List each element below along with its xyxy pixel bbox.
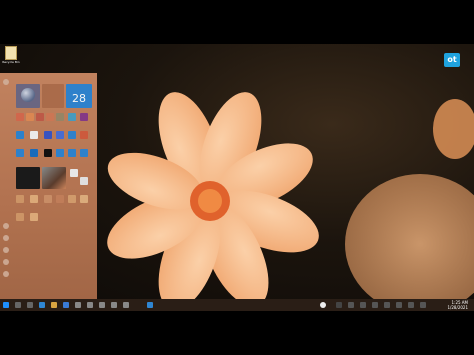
file-explorer-icon[interactable]: [51, 302, 57, 308]
power-icon[interactable]: [3, 271, 9, 277]
app-tile[interactable]: [30, 149, 38, 157]
cortana-icon[interactable]: [320, 302, 326, 308]
network-icon[interactable]: [408, 302, 414, 308]
globe-icon: [21, 88, 35, 102]
user-icon[interactable]: [3, 223, 9, 229]
settings-icon[interactable]: [3, 259, 9, 265]
tray-icon[interactable]: [336, 302, 342, 308]
recycle-bin-desktop-icon[interactable]: Recycle Bin: [2, 46, 20, 64]
start-menu-rail: [0, 73, 12, 299]
app-tile[interactable]: [36, 113, 44, 121]
calendar-day-number: 28: [72, 92, 86, 105]
steam-tile[interactable]: [80, 177, 88, 185]
app-icon[interactable]: [123, 302, 129, 308]
hamburger-icon[interactable]: [3, 79, 9, 85]
search-icon[interactable]: [15, 302, 21, 308]
video-frame: Recycle Bin ot 28 1:25 AM 1/28/2021: [0, 0, 474, 355]
app-icon[interactable]: [99, 302, 105, 308]
app-tile[interactable]: [80, 195, 88, 203]
clock-date: 1/28/2021: [447, 305, 468, 310]
app-tile[interactable]: [56, 149, 64, 157]
app-tile[interactable]: [44, 195, 52, 203]
edge-icon[interactable]: [39, 302, 45, 308]
app-tile[interactable]: [16, 131, 24, 139]
weather-tile[interactable]: [16, 84, 40, 108]
tray-icon[interactable]: [372, 302, 378, 308]
app-tile[interactable]: [30, 213, 38, 221]
task-view-icon[interactable]: [27, 302, 33, 308]
app-tile[interactable]: [26, 113, 34, 121]
app-tile[interactable]: [68, 149, 76, 157]
app-tile[interactable]: [44, 149, 52, 157]
app-tile[interactable]: [70, 169, 78, 177]
app-tile[interactable]: [56, 113, 64, 121]
app-tile[interactable]: [16, 113, 24, 121]
app-icon[interactable]: [147, 302, 153, 308]
volume-icon[interactable]: [420, 302, 426, 308]
app-tile[interactable]: [16, 149, 24, 157]
tray-icon[interactable]: [396, 302, 402, 308]
tray-icon[interactable]: [360, 302, 366, 308]
app-tile[interactable]: [30, 195, 38, 203]
app-tile[interactable]: [68, 131, 76, 139]
taskbar: 1:25 AM 1/28/2021: [0, 299, 474, 311]
pictures-icon[interactable]: [3, 247, 9, 253]
start-menu[interactable]: 28: [0, 73, 97, 299]
app-tile[interactable]: [46, 113, 54, 121]
app-icon[interactable]: [111, 302, 117, 308]
tray-icon[interactable]: [384, 302, 390, 308]
app-tile[interactable]: [80, 113, 88, 121]
desktop-screen: Recycle Bin ot 28 1:25 AM 1/28/2021: [0, 44, 474, 311]
app-tile[interactable]: [56, 131, 64, 139]
netflix-tile[interactable]: [16, 167, 40, 189]
store-icon[interactable]: [63, 302, 69, 308]
app-tile[interactable]: [80, 149, 88, 157]
app-tile[interactable]: [80, 131, 88, 139]
start-icon[interactable]: [3, 302, 9, 308]
app-tile[interactable]: [56, 195, 64, 203]
app-tile[interactable]: [42, 84, 64, 108]
document-icon[interactable]: [3, 235, 9, 241]
tray-icon[interactable]: [348, 302, 354, 308]
app-icon[interactable]: [75, 302, 81, 308]
recycle-bin-icon: [5, 46, 17, 60]
app-tile[interactable]: [16, 195, 24, 203]
app-tile[interactable]: [68, 195, 76, 203]
app-tile[interactable]: [16, 213, 24, 221]
calendar-tile[interactable]: 28: [66, 84, 92, 108]
app-tile[interactable]: [30, 131, 38, 139]
app-tile[interactable]: [44, 131, 52, 139]
channel-logo: ot: [444, 53, 460, 67]
photos-tile[interactable]: [42, 167, 66, 189]
app-icon[interactable]: [87, 302, 93, 308]
app-tile[interactable]: [68, 113, 76, 121]
taskbar-clock[interactable]: 1:25 AM 1/28/2021: [447, 300, 468, 310]
